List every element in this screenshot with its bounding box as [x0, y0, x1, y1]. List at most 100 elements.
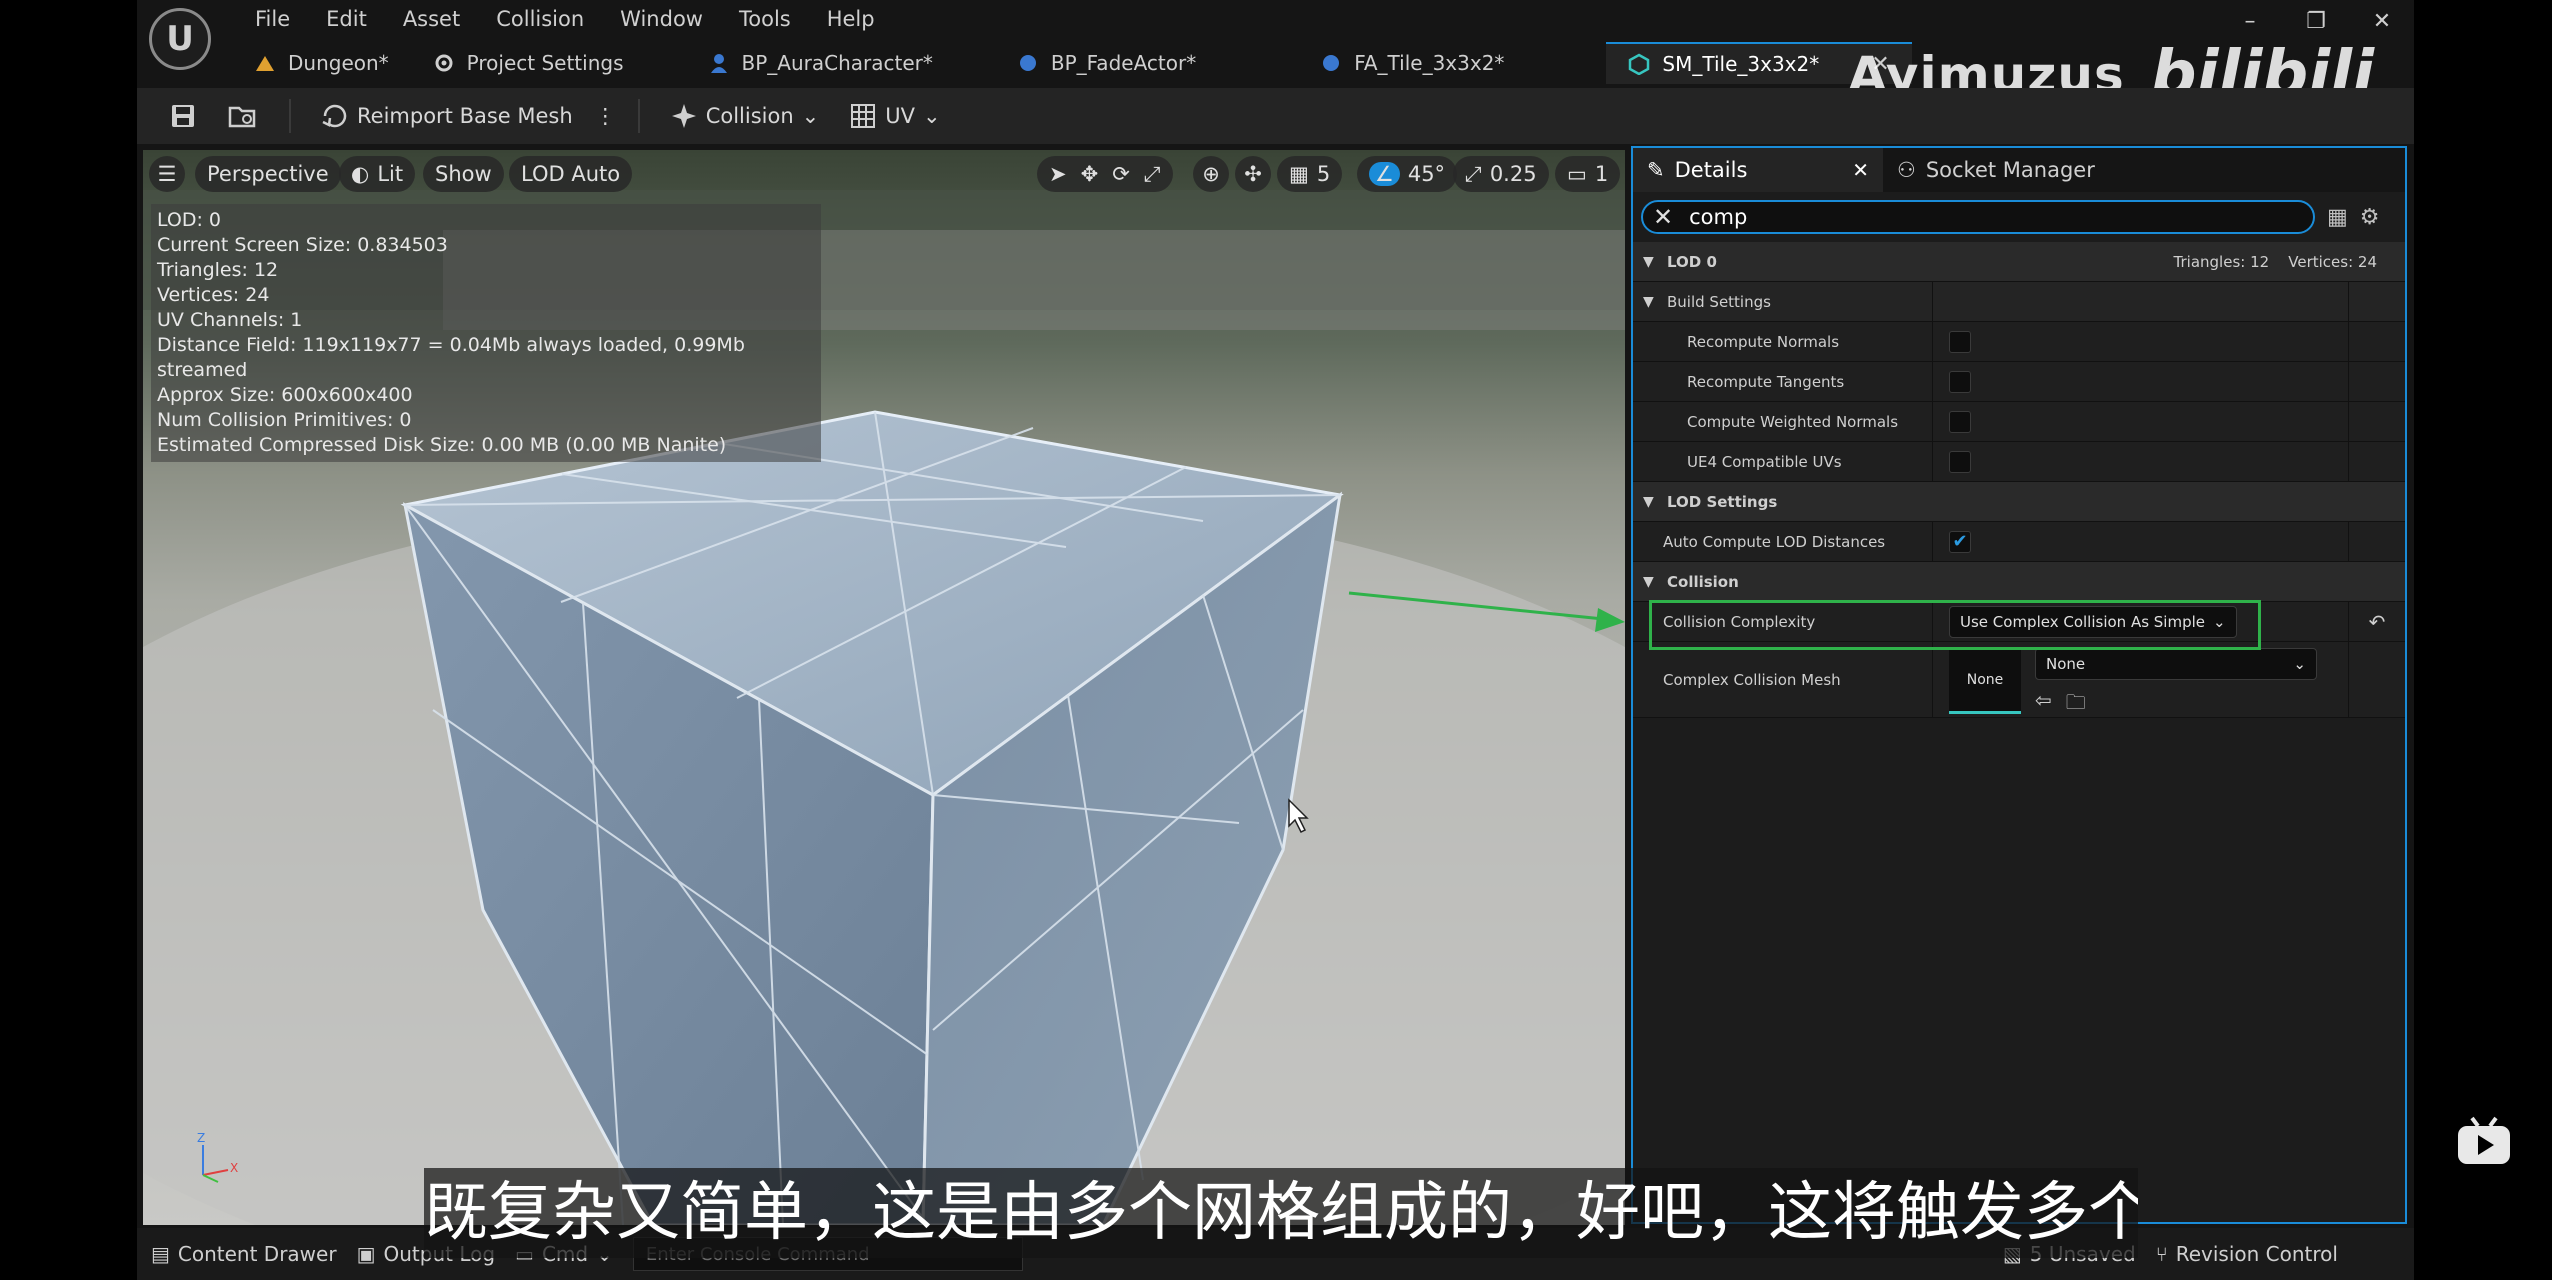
uv-label: UV [885, 104, 915, 128]
translate-icon[interactable]: ✥ [1081, 162, 1099, 186]
tab-dungeon[interactable]: Dungeon* [232, 42, 411, 84]
menu-collision[interactable]: Collision [478, 4, 602, 34]
more-options-icon[interactable]: ⋮ [593, 96, 618, 136]
browse-asset-icon [228, 106, 256, 128]
transform-tools[interactable]: ➤ ✥ ⟳ ⤢ [1037, 156, 1173, 192]
select-icon[interactable]: ➤ [1049, 162, 1067, 186]
menu-tools[interactable]: Tools [721, 4, 809, 34]
lit-button[interactable]: ◐ Lit [339, 156, 416, 192]
prop-label: UE4 Compatible UVs [1687, 452, 1842, 471]
tab-fa-tile[interactable]: FA_Tile_3x3x2* [1298, 42, 1526, 84]
show-button[interactable]: Show [423, 156, 504, 192]
collision-complexity-value: Use Complex Collision As Simple [1960, 612, 2206, 631]
tab-bp-fade-actor[interactable]: BP_FadeActor* [995, 42, 1218, 84]
socket-icon: ⚇ [1897, 158, 1916, 182]
menu-window[interactable]: Window [602, 4, 721, 34]
close-icon[interactable]: ✕ [2370, 10, 2394, 34]
window-controls: – ❐ ✕ [2238, 10, 2394, 34]
browse-asset-icon[interactable]: 🗀 [2066, 688, 2086, 722]
lod0-summary: Triangles: 12 Vertices: 24 [2173, 252, 2377, 271]
menu-edit[interactable]: Edit [308, 4, 385, 34]
use-selected-asset-icon[interactable]: ⇦ [2035, 688, 2052, 722]
prop-label: Collision Complexity [1663, 612, 1816, 631]
content-drawer-button[interactable]: ▤ Content Drawer [151, 1242, 337, 1266]
prop-label: Recompute Normals [1687, 332, 1840, 351]
scale-snap-value: 0.25 [1489, 162, 1537, 186]
gear-icon[interactable]: ⚙ [2360, 205, 2380, 230]
chevron-down-icon: ⌄ [2293, 655, 2306, 673]
stat-line: Estimated Compressed Disk Size: 0.00 MB … [157, 434, 727, 456]
collision-complexity-dropdown[interactable]: Use Complex Collision As Simple ⌄ [1949, 605, 2237, 638]
category-lod-settings[interactable]: ▼ LOD Settings [1633, 482, 2405, 522]
table-view-icon[interactable]: ▦ [2327, 205, 2348, 230]
recompute-normals-checkbox[interactable] [1949, 330, 1971, 353]
reset-to-default-icon[interactable]: ↶ [2369, 610, 2386, 634]
browse-button[interactable] [217, 96, 269, 136]
save-button[interactable] [159, 96, 207, 136]
close-icon[interactable]: ✕ [1852, 158, 1869, 182]
chevron-down-icon: ▼ [1643, 293, 1654, 310]
tab-project-settings[interactable]: Project Settings [411, 42, 646, 84]
world-space-toggle[interactable]: ⊕ [1193, 156, 1229, 192]
tab-label: BP_FadeActor* [1050, 51, 1197, 75]
ue4-compatible-uvs-checkbox[interactable] [1949, 450, 1971, 473]
mesh-thumbnail[interactable]: None [1949, 648, 2021, 714]
pencil-icon: ✎ [1647, 158, 1665, 182]
prop-collision-complexity: Collision Complexity Use Complex Collisi… [1633, 602, 2405, 642]
lod-button[interactable]: LOD Auto [509, 156, 633, 192]
unreal-logo-icon[interactable]: U [149, 8, 211, 70]
build-settings-label: Build Settings [1667, 292, 1771, 311]
complex-mesh-dropdown[interactable]: None ⌄ [2035, 648, 2317, 680]
category-collision[interactable]: ▼ Collision [1633, 562, 2405, 602]
tab-label: Project Settings [466, 51, 624, 75]
restore-icon[interactable]: ❐ [2304, 10, 2328, 34]
prop-label: Complex Collision Mesh [1663, 670, 1841, 689]
uv-dropdown[interactable]: UV ⌄ [839, 96, 950, 136]
stat-line: LOD: 0 [157, 209, 222, 231]
rotation-snap-icon: ∠ [1369, 162, 1400, 186]
camera-speed-control[interactable]: ▭ 1 [1555, 156, 1621, 192]
stat-line: Approx Size: 600x600x400 [157, 384, 413, 406]
minimize-icon[interactable]: – [2238, 10, 2262, 34]
rotation-snap-control[interactable]: ∠ 45° [1357, 156, 1458, 192]
tab-details[interactable]: ✎ Details ✕ [1633, 148, 1883, 192]
prop-label: Recompute Tangents [1687, 372, 1845, 391]
surface-snap-toggle[interactable]: ✣ [1235, 156, 1271, 192]
menu-help[interactable]: Help [809, 4, 893, 34]
tab-socket-manager[interactable]: ⚇ Socket Manager [1883, 148, 2109, 192]
chevron-down-icon: ⌄ [2213, 612, 2226, 631]
stat-line: Current Screen Size: 0.834503 [157, 234, 448, 256]
menu-asset[interactable]: Asset [385, 4, 478, 34]
details-search-row: ✕ ▦ ⚙ [1633, 192, 2405, 242]
details-search-input[interactable] [1689, 205, 2270, 229]
chevron-down-icon: ▼ [1643, 253, 1654, 270]
details-search-box: ✕ [1641, 200, 2315, 234]
mesh-viewport[interactable]: ☰ Perspective ◐ Lit Show LOD Auto ➤ ✥ ⟳ … [143, 150, 1625, 1225]
grid-snap-control[interactable]: ▦ 5 [1277, 156, 1343, 192]
bilibili-tv-icon[interactable] [2456, 1116, 2512, 1166]
rotate-icon[interactable]: ⟳ [1112, 162, 1130, 186]
stat-line: Distance Field: 119x119x77 = 0.04Mb alwa… [157, 334, 745, 381]
collision-dropdown[interactable]: Collision ⌄ [660, 96, 830, 136]
category-build-settings[interactable]: ▼ Build Settings [1633, 282, 2405, 322]
tab-label: FA_Tile_3x3x2* [1354, 51, 1505, 75]
menu-file[interactable]: File [237, 4, 308, 34]
collision-icon [671, 104, 696, 128]
recompute-tangents-checkbox[interactable] [1949, 370, 1971, 393]
scale-snap-control[interactable]: ⤢ 0.25 [1453, 156, 1549, 192]
prop-recompute-tangents: Recompute Tangents [1633, 362, 2405, 402]
tab-bp-aura-character[interactable]: BP_AuraCharacter* [686, 42, 955, 84]
category-lod0[interactable]: ▼ LOD 0 Triangles: 12 Vertices: 24 [1633, 242, 2405, 282]
revision-control-button[interactable]: ⑂ Revision Control [2156, 1242, 2338, 1266]
svg-text:Z: Z [197, 1131, 205, 1145]
compute-weighted-normals-checkbox[interactable] [1949, 410, 1971, 433]
reimport-base-mesh-button[interactable]: Reimport Base Mesh [311, 96, 583, 136]
prop-label: Auto Compute LOD Distances [1663, 532, 1886, 551]
scale-icon[interactable]: ⤢ [1144, 162, 1161, 187]
details-tab-bar: ✎ Details ✕ ⚇ Socket Manager [1633, 148, 2405, 192]
auto-compute-lod-checkbox[interactable]: ✔ [1949, 530, 1971, 553]
viewport-menu-button[interactable]: ☰ [149, 156, 185, 192]
perspective-button[interactable]: Perspective [195, 156, 341, 192]
clear-search-icon[interactable]: ✕ [1653, 203, 1673, 231]
menu-bar: File Edit Asset Collision Window Tools H… [237, 4, 893, 34]
